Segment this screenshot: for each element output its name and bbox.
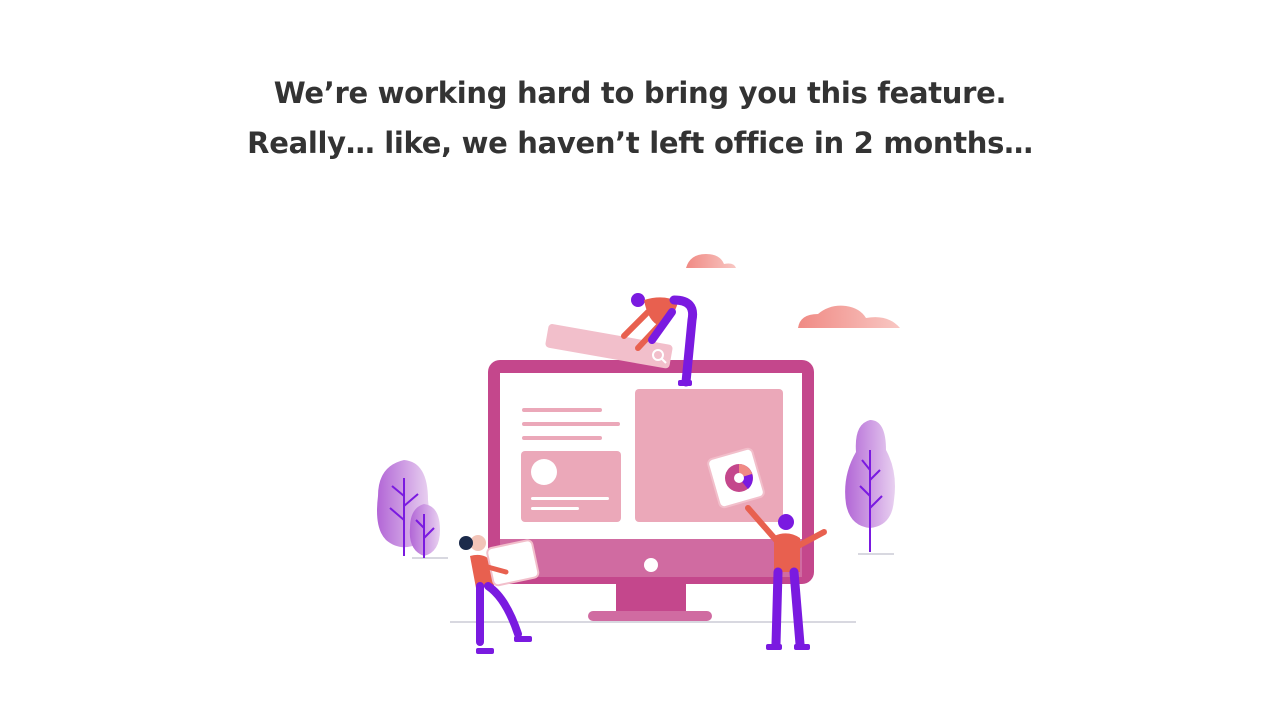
profile-card bbox=[521, 451, 621, 522]
message-line-1: We’re working hard to bring you this fea… bbox=[273, 76, 1007, 110]
tree-icon bbox=[845, 420, 895, 552]
under-construction-illustration bbox=[377, 254, 900, 654]
tree-icon bbox=[409, 504, 440, 558]
content-panel bbox=[635, 389, 783, 522]
pie-chart-icon bbox=[725, 464, 753, 492]
message-line-2: Really… like, we haven’t left office in … bbox=[247, 126, 1033, 160]
coming-soon-message: We’re working hard to bring you this fea… bbox=[0, 68, 1280, 168]
person-holding-block bbox=[459, 535, 540, 654]
cloud-icon bbox=[686, 254, 736, 268]
cloud-icon bbox=[798, 305, 900, 328]
